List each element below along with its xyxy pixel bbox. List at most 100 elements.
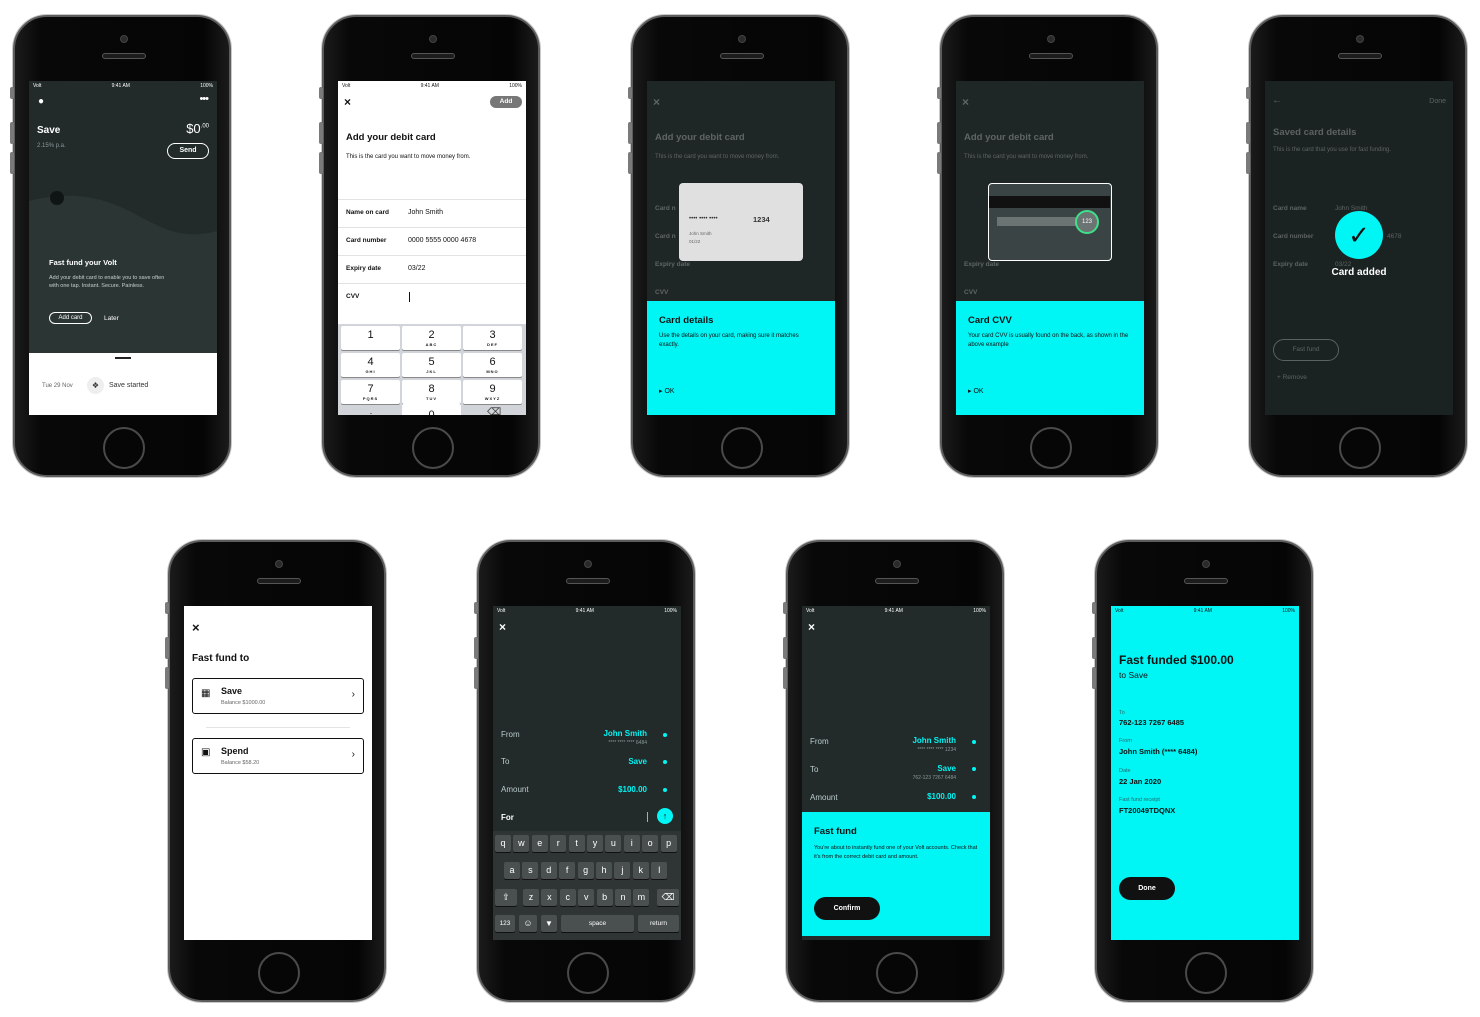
key-b[interactable]: b xyxy=(596,889,613,906)
key-0[interactable]: 0 xyxy=(402,404,461,415)
key-q[interactable]: q xyxy=(495,835,511,852)
key-3[interactable]: 3 DEF xyxy=(463,326,522,350)
field-label: CVV xyxy=(346,293,360,300)
home-button xyxy=(103,427,145,469)
submit-arrow-icon[interactable]: ↑ xyxy=(657,808,673,824)
receipt-value: FT20049TDQNX xyxy=(1119,806,1176,815)
key-4[interactable]: 4 GHI xyxy=(341,353,400,377)
close-icon[interactable]: × xyxy=(499,620,506,634)
rate: 2.15% p.a. xyxy=(37,143,66,149)
key-r[interactable]: r xyxy=(550,835,567,852)
carrier: Volt xyxy=(497,608,506,614)
sheet-handle[interactable] xyxy=(115,357,131,359)
close-icon[interactable]: × xyxy=(344,95,351,109)
key-j[interactable]: j xyxy=(614,862,631,879)
amount-value[interactable]: $100.00 xyxy=(618,785,647,794)
key-e[interactable]: e xyxy=(531,835,548,852)
key-n[interactable]: n xyxy=(615,889,631,906)
key-1[interactable]: 1 xyxy=(341,326,400,350)
amount-label: Amount xyxy=(810,793,838,802)
ok-button[interactable]: ▸ OK xyxy=(659,387,675,395)
key-123[interactable]: 123 xyxy=(495,915,515,932)
key-f[interactable]: f xyxy=(559,862,576,879)
key-9[interactable]: 9 WXYZ xyxy=(463,380,522,404)
field-label: Expiry date xyxy=(964,261,1000,268)
key-l[interactable]: l xyxy=(651,862,668,879)
key-v[interactable]: v xyxy=(578,889,595,906)
backspace-icon[interactable]: ⌫ xyxy=(487,407,501,415)
volume-down-button xyxy=(1092,667,1096,689)
volume-up-button xyxy=(1246,122,1250,144)
later-link[interactable]: Later xyxy=(104,315,119,322)
earpiece xyxy=(1029,53,1073,59)
shift-icon[interactable]: ⇧ xyxy=(495,889,517,906)
key-5[interactable]: 5 JKL xyxy=(402,353,461,377)
key-k[interactable]: k xyxy=(632,862,649,879)
volume-down-button xyxy=(628,152,632,174)
save-icon: ▦ xyxy=(201,688,211,699)
key-a[interactable]: a xyxy=(504,862,520,879)
home-button xyxy=(876,952,918,994)
key-i[interactable]: i xyxy=(623,835,640,852)
close-icon[interactable]: × xyxy=(808,620,815,634)
field-input[interactable]: John Smith xyxy=(408,209,498,219)
ok-button[interactable]: ▸ OK xyxy=(968,387,984,395)
confirm-button[interactable]: Confirm xyxy=(814,897,880,920)
microphone-icon[interactable]: ▼ xyxy=(541,915,557,932)
return-key[interactable]: return xyxy=(638,915,679,932)
done-button[interactable]: Done xyxy=(1119,877,1175,900)
key-c[interactable]: c xyxy=(559,889,576,906)
key-o[interactable]: o xyxy=(642,835,659,852)
key-d[interactable]: d xyxy=(540,862,557,879)
profile-icon[interactable]: ● xyxy=(38,96,44,107)
carrier: Volt xyxy=(1115,608,1124,614)
page-subtitle: This is the card you want to move money … xyxy=(655,154,780,160)
earpiece xyxy=(1184,578,1228,584)
account-option-spend[interactable]: ▣ Spend Balance $58.20 › xyxy=(192,738,364,774)
account-option-save[interactable]: ▦ Save Balance $1000.00 › xyxy=(192,678,364,714)
balance-cents: .00 xyxy=(200,123,209,130)
emoji-icon[interactable]: ☺ xyxy=(519,915,537,932)
field-input[interactable] xyxy=(408,293,498,303)
key-dot[interactable]: . xyxy=(342,406,400,415)
key-t[interactable]: t xyxy=(568,835,585,852)
home-button xyxy=(567,952,609,994)
from-name[interactable]: John Smith xyxy=(603,729,647,738)
key-m[interactable]: m xyxy=(633,889,650,906)
to-value[interactable]: Save xyxy=(628,757,647,766)
key-6[interactable]: 6 MNO xyxy=(463,353,522,377)
key-u[interactable]: u xyxy=(605,835,622,852)
add-button[interactable]: Add xyxy=(490,96,522,108)
field-input[interactable]: 0000 5555 0000 4678 xyxy=(408,237,498,247)
key-h[interactable]: h xyxy=(596,862,612,879)
more-icon[interactable]: ••• xyxy=(199,93,209,105)
key-2[interactable]: 2 ABC xyxy=(402,326,461,350)
key-digit: 3 xyxy=(489,329,496,341)
close-icon[interactable]: × xyxy=(192,620,200,635)
field-input[interactable]: 03/22 xyxy=(408,265,498,275)
key-y[interactable]: y xyxy=(587,835,603,852)
key-letters: DEF xyxy=(487,342,498,347)
key-digit: 8 xyxy=(428,383,435,395)
activity-sheet[interactable]: Tue 29 Nov ❖ Save started xyxy=(29,353,217,415)
from-label: From xyxy=(1119,738,1132,744)
send-button[interactable]: Send xyxy=(167,143,209,159)
key-z[interactable]: z xyxy=(523,889,539,906)
key-digit: 6 xyxy=(489,356,496,368)
key-letters: JKL xyxy=(426,369,437,374)
key-7[interactable]: 7 PQRS xyxy=(341,380,400,404)
backspace-icon[interactable]: ⌫ xyxy=(657,889,679,906)
key-g[interactable]: g xyxy=(577,862,594,879)
front-camera xyxy=(738,35,746,43)
key-8[interactable]: 8 TUV xyxy=(402,380,461,404)
date-label: Date xyxy=(1119,768,1131,774)
key-letters: ABC xyxy=(425,342,438,347)
space-key[interactable]: space xyxy=(561,915,634,932)
key-p[interactable]: p xyxy=(660,835,677,852)
key-w[interactable]: w xyxy=(513,835,530,852)
add-card-button[interactable]: Add card xyxy=(49,312,92,324)
key-x[interactable]: x xyxy=(541,889,558,906)
key-s[interactable]: s xyxy=(522,862,539,879)
phone-save-home: Volt 9:41 AM 100% ● ••• Save 2.15% p.a. $0… xyxy=(10,15,231,477)
receipt-label: Fast fund receipt xyxy=(1119,797,1160,803)
